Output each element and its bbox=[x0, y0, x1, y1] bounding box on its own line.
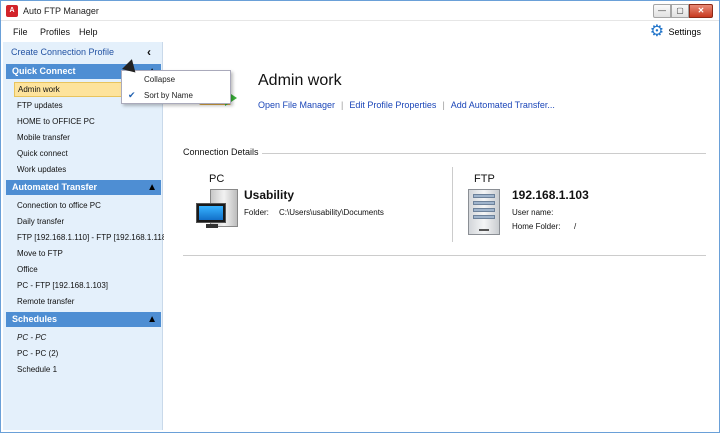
ftp-home-folder-value: / bbox=[574, 222, 577, 231]
rack-slot-shape bbox=[473, 194, 495, 198]
section-title: Quick Connect bbox=[12, 66, 76, 76]
section-title: Automated Transfer bbox=[12, 182, 98, 192]
ftp-type-label: FTP bbox=[474, 173, 495, 185]
connection-details-heading: Connection Details bbox=[183, 147, 262, 157]
profile-actions: Open File Manager | Edit Profile Propertie… bbox=[258, 100, 555, 110]
menu-help[interactable]: Help bbox=[79, 27, 98, 37]
vertical-divider bbox=[452, 167, 453, 242]
ftp-username-label: User name: bbox=[512, 208, 554, 217]
pc-folder-label: Folder: bbox=[244, 208, 269, 217]
list-item[interactable]: Work updates bbox=[17, 165, 66, 174]
section-automated-transfer[interactable]: Automated Transfer ▲ bbox=[6, 180, 161, 195]
edit-profile-properties-link[interactable]: Edit Profile Properties bbox=[349, 100, 436, 110]
list-item[interactable]: Move to FTP bbox=[17, 249, 63, 258]
menu-profiles[interactable]: Profiles bbox=[40, 27, 70, 37]
list-item[interactable]: Remote transfer bbox=[17, 297, 74, 306]
list-item[interactable]: Schedule 1 bbox=[17, 365, 57, 374]
checkmark-icon: ✔ bbox=[128, 90, 136, 100]
list-item[interactable]: Office bbox=[17, 265, 38, 274]
rack-slot-shape bbox=[473, 215, 495, 219]
context-menu-sort-by-name[interactable]: Sort by Name bbox=[144, 91, 193, 100]
app-logo-icon: A bbox=[6, 5, 18, 17]
app-window: A Auto FTP Manager — ▢ ✕ File Profiles H… bbox=[0, 0, 720, 433]
list-item[interactable]: PC - PC (2) bbox=[17, 349, 58, 358]
section-schedules[interactable]: Schedules ▲ bbox=[6, 312, 161, 327]
menu-file[interactable]: File bbox=[13, 27, 28, 37]
server-icon bbox=[468, 189, 500, 235]
chevron-up-icon[interactable]: ▲ bbox=[147, 180, 157, 195]
section-divider bbox=[183, 255, 706, 256]
profile-title: Admin work bbox=[258, 72, 342, 89]
open-file-manager-link[interactable]: Open File Manager bbox=[258, 100, 335, 110]
pc-type-label: PC bbox=[209, 173, 225, 185]
list-item[interactable]: Admin work bbox=[14, 82, 128, 97]
section-title: Schedules bbox=[12, 314, 58, 324]
rack-slot-shape bbox=[473, 208, 495, 212]
server-led-shape bbox=[479, 229, 489, 231]
list-item[interactable]: PC - FTP [192.168.1.103] bbox=[17, 281, 108, 290]
chevron-up-icon[interactable]: ▲ bbox=[147, 312, 157, 327]
rack-slot-shape bbox=[473, 201, 495, 205]
screen-shape bbox=[199, 206, 223, 220]
link-separator: | bbox=[442, 100, 445, 110]
list-item[interactable]: HOME to OFFICE PC bbox=[17, 117, 95, 126]
minimize-button[interactable]: — bbox=[653, 4, 671, 18]
monitor-shape bbox=[196, 203, 226, 223]
main-panel: Admin work Open File Manager | Edit Profil… bbox=[164, 42, 719, 430]
monitor-stand-shape bbox=[206, 224, 218, 228]
link-separator: | bbox=[341, 100, 344, 110]
pc-folder-value: C:\Users\usability\Documents bbox=[279, 208, 384, 217]
list-item[interactable]: Daily transfer bbox=[17, 217, 64, 226]
ftp-home-folder-label: Home Folder: bbox=[512, 222, 561, 231]
maximize-button[interactable]: ▢ bbox=[671, 4, 689, 18]
title-bar: A Auto FTP Manager — ▢ ✕ bbox=[1, 1, 719, 21]
create-connection-profile-link[interactable]: Create Connection Profile bbox=[11, 47, 114, 57]
sidebar-collapse-icon[interactable]: ‹ bbox=[147, 45, 151, 59]
list-item[interactable]: FTP [192.168.1.110] - FTP [192.168.1.118… bbox=[17, 233, 169, 242]
computer-icon bbox=[196, 189, 240, 231]
window-title: Auto FTP Manager bbox=[23, 6, 99, 16]
settings-button[interactable]: ⚙ Settings bbox=[649, 23, 701, 40]
add-automated-transfer-link[interactable]: Add Automated Transfer... bbox=[451, 100, 555, 110]
close-button[interactable]: ✕ bbox=[689, 4, 713, 18]
list-item[interactable]: Connection to office PC bbox=[17, 201, 101, 210]
list-item[interactable]: Quick connect bbox=[17, 149, 68, 158]
context-menu-collapse[interactable]: Collapse bbox=[144, 75, 175, 84]
list-item[interactable]: PC - PC bbox=[17, 333, 46, 342]
menu-bar: File Profiles Help ⚙ Settings bbox=[1, 21, 719, 42]
list-item[interactable]: Mobile transfer bbox=[17, 133, 70, 142]
list-item[interactable]: FTP updates bbox=[17, 101, 63, 110]
pc-name: Usability bbox=[244, 188, 295, 202]
section-divider bbox=[260, 153, 706, 154]
context-menu: Collapse ✔ Sort by Name bbox=[121, 70, 231, 104]
gear-icon: ⚙ bbox=[649, 23, 665, 40]
ftp-host: 192.168.1.103 bbox=[512, 188, 589, 202]
settings-label: Settings bbox=[668, 26, 701, 37]
